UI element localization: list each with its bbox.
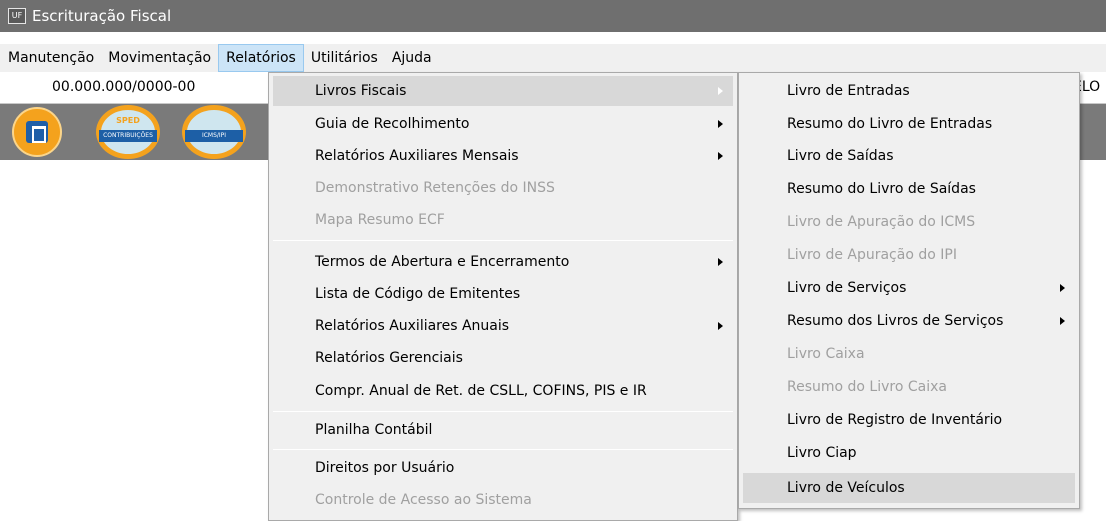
- relatorios-dropdown: Livros Fiscais Guia de Recolhimento Rela…: [268, 72, 738, 521]
- window-title: Escrituração Fiscal: [32, 7, 172, 25]
- menu-item-label: Resumo dos Livros de Serviços: [787, 313, 1004, 329]
- submenu-item-livro-ciap[interactable]: Livro Ciap: [743, 438, 1075, 468]
- menu-item-guia-recolhimento[interactable]: Guia de Recolhimento: [273, 109, 733, 139]
- menu-item-label: Lista de Código de Emitentes: [315, 286, 521, 302]
- chevron-right-icon: [1060, 284, 1065, 292]
- chevron-right-icon: [718, 120, 723, 128]
- menu-item-lista-codigo-emitentes[interactable]: Lista de Código de Emitentes: [273, 279, 733, 309]
- menu-item-label: Livro de Serviços: [787, 280, 907, 296]
- menu-item-label: Livro de Veículos: [787, 480, 905, 496]
- icms-ipi-icon[interactable]: ICMS/IPI: [182, 105, 246, 159]
- menu-item-compr-anual-retencoes[interactable]: Compr. Anual de Ret. de CSLL, COFINS, PI…: [273, 376, 733, 406]
- chevron-right-icon: [718, 322, 723, 330]
- chevron-right-icon: [718, 152, 723, 160]
- menu-item-mapa-resumo-ecf: Mapa Resumo ECF: [273, 205, 733, 235]
- chevron-right-icon: [718, 87, 723, 95]
- title-bar: UF Escrituração Fiscal: [0, 0, 1106, 32]
- menu-separator: [273, 449, 733, 450]
- menu-item-label: Controle de Acesso ao Sistema: [315, 492, 532, 508]
- submenu-item-livro-servicos[interactable]: Livro de Serviços: [743, 273, 1075, 303]
- menu-item-direitos-por-usuario[interactable]: Direitos por Usuário: [273, 453, 733, 483]
- submenu-item-resumo-livro-caixa: Resumo do Livro Caixa: [743, 372, 1075, 402]
- icms-band-label: ICMS/IPI: [185, 130, 243, 142]
- company-cnpj: 00.000.000/0000-00: [52, 79, 196, 95]
- menu-item-controle-acesso: Controle de Acesso ao Sistema: [273, 485, 733, 515]
- menu-utilitarios[interactable]: Utilitários: [304, 44, 385, 72]
- menu-item-relatorios-auxiliares-mensais[interactable]: Relatórios Auxiliares Mensais: [273, 141, 733, 171]
- menu-item-label: Livro de Entradas: [787, 83, 910, 99]
- chevron-right-icon: [718, 258, 723, 266]
- sped-band-label: CONTRIBUIÇÕES: [99, 130, 157, 142]
- menu-item-termos-abertura[interactable]: Termos de Abertura e Encerramento: [273, 247, 733, 277]
- menu-item-label: Direitos por Usuário: [315, 460, 455, 476]
- menu-item-label: Resumo do Livro Caixa: [787, 379, 947, 395]
- menu-item-relatorios-auxiliares-anuais[interactable]: Relatórios Auxiliares Anuais: [273, 311, 733, 341]
- app-icon: UF: [8, 8, 26, 24]
- submenu-item-livro-veiculos[interactable]: Livro de Veículos: [743, 473, 1075, 503]
- menu-item-livros-fiscais[interactable]: Livros Fiscais: [273, 76, 733, 106]
- submenu-item-livro-caixa: Livro Caixa: [743, 339, 1075, 369]
- menu-item-label: Livros Fiscais: [315, 83, 407, 99]
- menu-separator: [273, 411, 733, 412]
- menu-item-label: Resumo do Livro de Saídas: [787, 181, 976, 197]
- menu-item-label: Resumo do Livro de Entradas: [787, 116, 993, 132]
- building-icon[interactable]: [12, 107, 62, 157]
- menu-item-label: Demonstrativo Retenções do INSS: [315, 180, 555, 196]
- menu-item-label: Livro de Registro de Inventário: [787, 412, 1003, 428]
- menu-item-label: Livro de Apuração do ICMS: [787, 214, 976, 230]
- menu-item-label: Relatórios Gerenciais: [315, 350, 463, 366]
- menu-item-label: Livro de Apuração do IPI: [787, 247, 957, 263]
- sped-label: SPED: [116, 116, 140, 125]
- livros-fiscais-submenu: Livro de Entradas Resumo do Livro de Ent…: [738, 72, 1080, 509]
- menu-item-label: Termos de Abertura e Encerramento: [315, 254, 570, 270]
- submenu-item-livro-entradas[interactable]: Livro de Entradas: [743, 76, 1075, 106]
- menu-item-relatorios-gerenciais[interactable]: Relatórios Gerenciais: [273, 343, 733, 373]
- menu-separator: [273, 240, 733, 241]
- submenu-item-apuracao-icms: Livro de Apuração do ICMS: [743, 207, 1075, 237]
- submenu-item-resumo-livros-servicos[interactable]: Resumo dos Livros de Serviços: [743, 306, 1075, 336]
- menu-bar: Manutenção Movimentação Relatórios Utili…: [0, 44, 1106, 72]
- submenu-item-livro-saidas[interactable]: Livro de Saídas: [743, 141, 1075, 171]
- menu-item-label: Planilha Contábil: [315, 422, 433, 438]
- menu-item-label: Livro Caixa: [787, 346, 865, 362]
- submenu-item-apuracao-ipi: Livro de Apuração do IPI: [743, 240, 1075, 270]
- menu-item-label: Mapa Resumo ECF: [315, 212, 445, 228]
- menu-movimentacao[interactable]: Movimentação: [101, 44, 218, 72]
- menu-item-demonstrativo-inss: Demonstrativo Retenções do INSS: [273, 173, 733, 203]
- submenu-item-resumo-livro-entradas[interactable]: Resumo do Livro de Entradas: [743, 109, 1075, 139]
- submenu-item-registro-inventario[interactable]: Livro de Registro de Inventário: [743, 405, 1075, 435]
- menu-manutencao[interactable]: Manutenção: [0, 44, 101, 72]
- menu-item-planilha-contabil[interactable]: Planilha Contábil: [273, 415, 733, 445]
- menu-item-label: Livro de Saídas: [787, 148, 894, 164]
- sped-contribuicoes-icon[interactable]: SPED CONTRIBUIÇÕES: [96, 105, 160, 159]
- menu-item-label: Relatórios Auxiliares Anuais: [315, 318, 510, 334]
- chevron-right-icon: [1060, 317, 1065, 325]
- menu-item-label: Relatórios Auxiliares Mensais: [315, 148, 519, 164]
- submenu-item-resumo-livro-saidas[interactable]: Resumo do Livro de Saídas: [743, 174, 1075, 204]
- menu-item-label: Livro Ciap: [787, 445, 857, 461]
- menu-item-label: Guia de Recolhimento: [315, 116, 470, 132]
- menu-relatorios[interactable]: Relatórios: [218, 44, 304, 72]
- menu-ajuda[interactable]: Ajuda: [385, 44, 439, 72]
- menu-item-label: Compr. Anual de Ret. de CSLL, COFINS, PI…: [315, 383, 647, 399]
